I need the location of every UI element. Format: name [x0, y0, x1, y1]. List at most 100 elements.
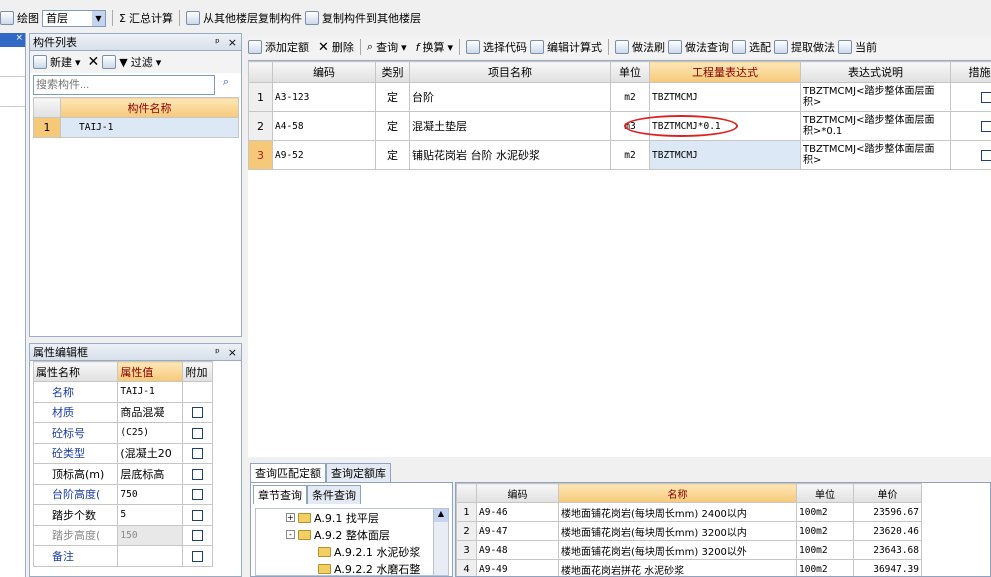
- draw-button[interactable]: 绘图: [17, 10, 39, 26]
- table-row[interactable]: 3 A9-48 楼地面铺花岗岩(每块周长mm) 3200以外 100m2 23643.6…: [456, 540, 922, 560]
- expression-desc-cell[interactable]: TBZTMCMJ<踏步整体面层面 积>: [800, 82, 951, 112]
- column-header-name[interactable]: 名称: [558, 483, 797, 503]
- tree-scrollbar[interactable]: ▲: [433, 509, 448, 575]
- attach-checkbox[interactable]: [192, 509, 204, 521]
- match-button[interactable]: 选配: [749, 39, 771, 55]
- table-row[interactable]: 4 A9-49 楼地面花岗岩拼花 水泥砂浆 100m2 36947.39: [456, 559, 922, 576]
- property-value[interactable]: (混凝土20: [117, 442, 184, 464]
- property-row[interactable]: 材质 商品混凝: [32, 401, 213, 423]
- column-header-measure[interactable]: 措施: [950, 61, 991, 83]
- new-button[interactable]: 新建: [50, 54, 72, 70]
- search-icon[interactable]: ⌕: [215, 75, 237, 95]
- chevron-down-icon[interactable]: ▾: [156, 56, 162, 69]
- current-button[interactable]: 当前: [855, 39, 877, 55]
- attach-checkbox[interactable]: [192, 427, 204, 439]
- property-row[interactable]: 名称 TAIJ-1: [32, 381, 213, 403]
- column-header-item-name[interactable]: 项目名称: [409, 61, 611, 83]
- property-value[interactable]: 5: [117, 504, 184, 526]
- scroll-up-icon[interactable]: ▲: [434, 509, 448, 522]
- component-name-cell[interactable]: TAIJ-1: [60, 117, 239, 138]
- query-button[interactable]: 查询: [376, 39, 398, 55]
- expand-icon[interactable]: +: [286, 513, 295, 522]
- pin-icon[interactable]: ᵖ: [215, 346, 220, 359]
- attach-checkbox[interactable]: [192, 530, 204, 542]
- property-value[interactable]: TAIJ-1: [117, 381, 184, 403]
- item-name-cell[interactable]: 混凝土垫层: [409, 111, 611, 141]
- type-cell[interactable]: 定: [375, 82, 410, 112]
- copy-to-floor-button[interactable]: 复制构件到其他楼层: [322, 10, 421, 26]
- tree-node[interactable]: - A.9.2 整体面层: [256, 526, 448, 543]
- unit-cell[interactable]: m2: [610, 82, 650, 112]
- type-cell[interactable]: 定: [375, 111, 410, 141]
- tree-node[interactable]: A.9.2.2 水磨石整: [256, 560, 448, 575]
- table-row[interactable]: 2 A9-47 楼地面铺花岗岩(每块周长mm) 3200以内 100m2 23620.4…: [456, 521, 922, 541]
- property-value[interactable]: 750: [117, 483, 184, 505]
- column-header-expression-desc[interactable]: 表达式说明: [800, 61, 951, 83]
- unit-cell[interactable]: m2: [610, 140, 650, 170]
- measure-checkbox[interactable]: [981, 121, 991, 132]
- attach-checkbox[interactable]: [192, 407, 204, 419]
- property-row[interactable]: 台阶高度(750: [32, 483, 213, 505]
- table-row[interactable]: 1 A3-123 定 台阶 m2 TBZTMCMJ TBZTMCMJ<踏步整体面…: [248, 82, 991, 112]
- select-code-button[interactable]: 选择代码: [483, 39, 527, 55]
- collapse-icon[interactable]: -: [286, 530, 295, 539]
- tab-chapter-query[interactable]: 章节查询: [253, 485, 307, 504]
- column-header-code[interactable]: 编码: [476, 483, 559, 503]
- sum-calc-button[interactable]: 汇总计算: [129, 10, 173, 26]
- property-value[interactable]: 商品混凝: [117, 401, 184, 423]
- tree-node[interactable]: A.9.2.1 水泥砂浆: [256, 543, 448, 560]
- column-header-name[interactable]: 构件名称: [60, 97, 239, 118]
- close-icon[interactable]: ×: [0, 33, 25, 47]
- code-cell[interactable]: A4-58: [272, 111, 376, 141]
- delete-icon[interactable]: ✕: [88, 54, 100, 70]
- pin-icon[interactable]: ᵖ: [215, 36, 220, 49]
- property-value[interactable]: 层底标高: [117, 463, 184, 485]
- property-row[interactable]: 砼类型 (混凝土20: [32, 442, 213, 464]
- property-value[interactable]: [117, 545, 184, 567]
- attach-checkbox[interactable]: [192, 448, 204, 460]
- table-row[interactable]: 3 A9-52 定 铺贴花岗岩 台阶 水泥砂浆 m2 TBZTMCMJ TBZT…: [248, 140, 991, 170]
- property-row[interactable]: 踏步个数 5: [32, 504, 213, 526]
- chevron-down-icon[interactable]: ▾: [401, 41, 407, 54]
- item-name-cell[interactable]: 台阶: [409, 82, 611, 112]
- expression-desc-cell[interactable]: TBZTMCMJ<踏步整体面层面 积>: [800, 140, 951, 170]
- table-row[interactable]: 1 A9-46 楼地面铺花岗岩(每块周长mm) 2400以内 100m2 23596.6…: [456, 502, 922, 522]
- property-row[interactable]: 砼标号 (C25): [32, 422, 213, 444]
- column-header-unit[interactable]: 单位: [796, 483, 854, 503]
- property-row[interactable]: 顶标高(m) 层底标高: [32, 463, 213, 485]
- extract-method-button[interactable]: 提取做法: [791, 39, 835, 55]
- attach-checkbox[interactable]: [192, 468, 204, 480]
- table-row[interactable]: 1 TAIJ-1: [33, 117, 239, 138]
- column-header-code[interactable]: 编码: [272, 61, 376, 83]
- method-query-button[interactable]: 做法查询: [685, 39, 729, 55]
- copy-icon[interactable]: [102, 55, 117, 69]
- copy-from-floor-button[interactable]: 从其他楼层复制构件: [203, 10, 302, 26]
- measure-checkbox[interactable]: [981, 150, 991, 161]
- table-row[interactable]: 2 A4-58 定 混凝土垫层 m3 TBZTMCMJ*0.1 TBZTMCMJ…: [248, 111, 991, 141]
- search-input[interactable]: [33, 75, 215, 95]
- measure-checkbox[interactable]: [981, 92, 991, 103]
- tab-condition-query[interactable]: 条件查询: [307, 485, 361, 504]
- column-header-price[interactable]: 单价: [853, 483, 922, 503]
- type-cell[interactable]: 定: [375, 140, 410, 170]
- chevron-down-icon[interactable]: ▼: [92, 10, 105, 26]
- chevron-down-icon[interactable]: ▾: [447, 41, 453, 54]
- method-brush-button[interactable]: 做法刷: [632, 39, 665, 55]
- expression-desc-cell[interactable]: TBZTMCMJ<踏步整体面层面 积>*0.1: [800, 111, 951, 141]
- delete-button[interactable]: 删除: [332, 39, 354, 55]
- add-quota-button[interactable]: 添加定额: [265, 39, 309, 55]
- column-header-unit[interactable]: 单位: [610, 61, 650, 83]
- item-name-cell[interactable]: 铺贴花岗岩 台阶 水泥砂浆: [409, 140, 611, 170]
- close-icon[interactable]: ×: [228, 346, 237, 359]
- code-cell[interactable]: A3-123: [272, 82, 376, 112]
- floor-select[interactable]: 首层 ▼: [42, 9, 106, 27]
- column-header-type[interactable]: 类别: [375, 61, 410, 83]
- tab-match-quota[interactable]: 查询匹配定额: [250, 463, 326, 482]
- code-cell[interactable]: A9-52: [272, 140, 376, 170]
- convert-button[interactable]: 换算: [422, 39, 444, 55]
- attach-checkbox[interactable]: [192, 489, 204, 501]
- property-row[interactable]: 备注: [32, 545, 213, 567]
- edit-formula-button[interactable]: 编辑计算式: [547, 39, 602, 55]
- tree-node[interactable]: + A.9.1 找平层: [256, 509, 448, 526]
- tab-quota-library[interactable]: 查询定额库: [326, 463, 391, 482]
